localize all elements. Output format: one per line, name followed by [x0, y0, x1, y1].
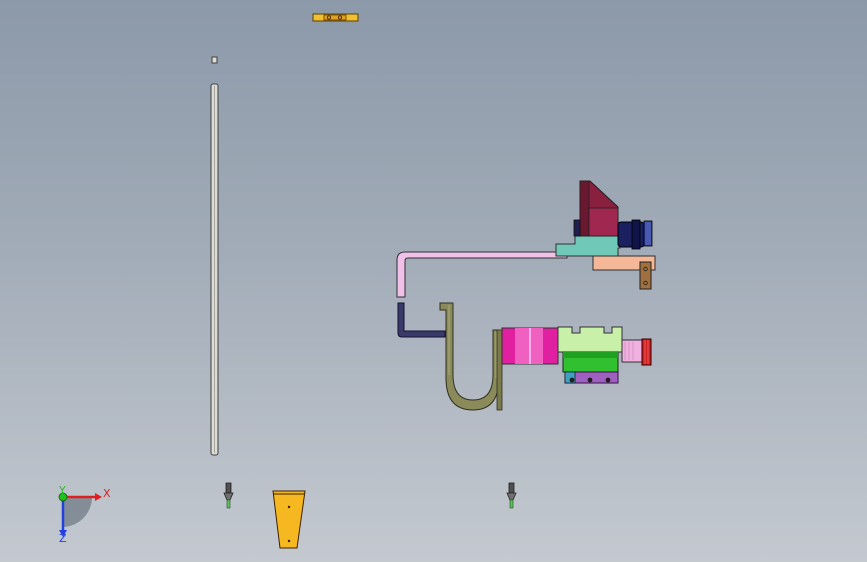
upper-bracket-assembly[interactable] [555, 180, 656, 290]
olive-j-hook[interactable] [439, 302, 503, 411]
cad-drawing: X Y Z [58, 13, 656, 549]
yellow-foot-plate[interactable] [272, 490, 306, 549]
guide-rod[interactable] [210, 83, 219, 456]
rod-cap[interactable] [211, 56, 218, 64]
screw-right[interactable] [506, 482, 517, 509]
y-axis-label: Y [58, 484, 66, 497]
z-axis-label: Z [59, 532, 67, 545]
screw-left[interactable] [223, 482, 234, 509]
lower-roller-assembly[interactable] [501, 326, 652, 384]
x-axis-label: X [103, 487, 111, 500]
pink-arm[interactable] [396, 251, 568, 298]
navy-u-bracket[interactable] [397, 302, 446, 338]
cad-viewport[interactable]: X Y Z [0, 0, 867, 562]
coordinate-triad: X Y Z [58, 484, 111, 545]
yellow-slider-part[interactable] [312, 13, 359, 22]
